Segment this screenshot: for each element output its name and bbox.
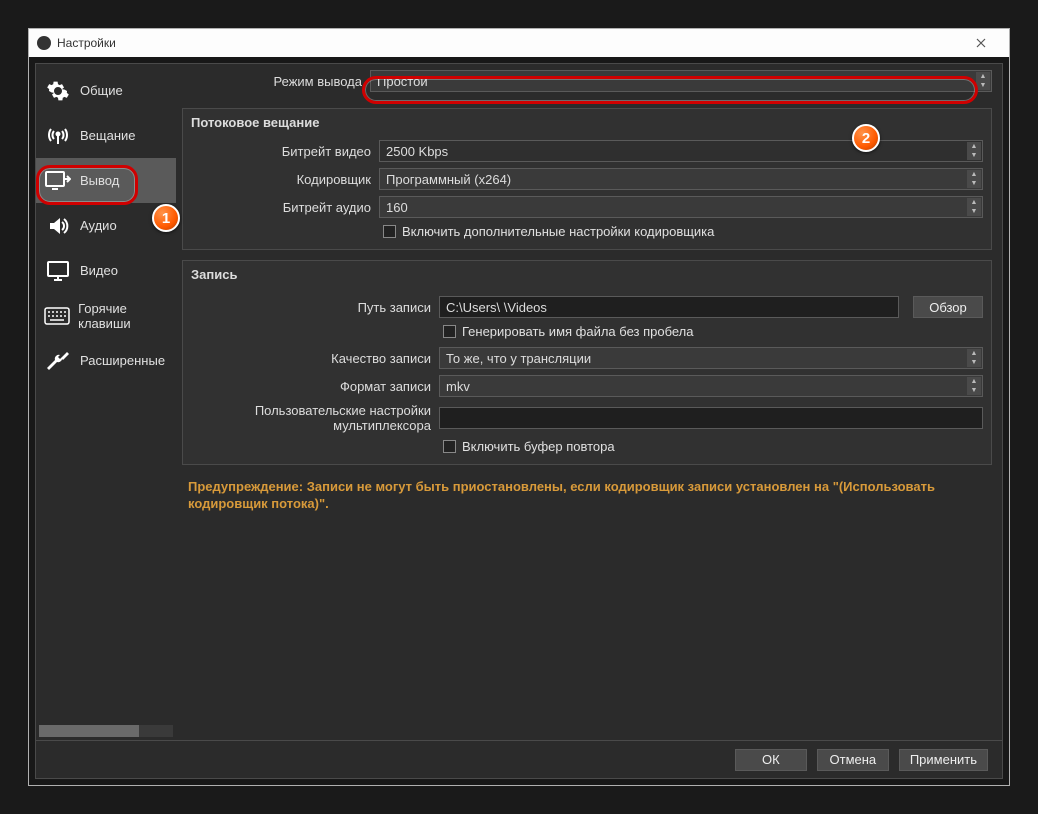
spin-icon: ▲▼ (967, 142, 981, 160)
sidebar-item-label: Расширенные (80, 353, 165, 368)
gear-icon (44, 77, 72, 105)
content-area: Режим вывода Простой ▲▼ Потоковое вещани… (176, 64, 1002, 740)
encoder-combo[interactable]: Программный (x264) ▲▼ (379, 168, 983, 190)
record-path-input[interactable]: C:\Users\ \Videos (439, 296, 899, 318)
combo-arrows-icon: ▲▼ (967, 198, 981, 216)
audio-bitrate-label: Битрейт аудио (191, 200, 371, 215)
apply-button[interactable]: Применить (899, 749, 988, 771)
output-mode-label: Режим вывода (182, 74, 362, 89)
output-icon (44, 167, 72, 195)
window-title: Настройки (57, 36, 116, 50)
titlebar: Настройки (29, 29, 1009, 57)
video-bitrate-input[interactable]: 2500 Kbps ▲▼ (379, 140, 983, 162)
output-mode-value: Простой (377, 74, 428, 89)
sidebar-item-label: Видео (80, 263, 118, 278)
cancel-button[interactable]: Отмена (817, 749, 889, 771)
annotation-badge-1: 1 (152, 204, 180, 232)
advanced-encoder-checkbox-row[interactable]: Включить дополнительные настройки кодиро… (383, 224, 983, 239)
monitor-icon (44, 257, 72, 285)
panel: Общие Вещание Вывод (35, 63, 1003, 779)
sidebar-item-stream[interactable]: Вещание (36, 113, 176, 158)
muxer-input[interactable] (439, 407, 983, 429)
combo-arrows-icon: ▲▼ (967, 349, 981, 367)
warning-text: Предупреждение: Записи не могут быть при… (182, 475, 992, 517)
encoder-label: Кодировщик (191, 172, 371, 187)
sidebar: Общие Вещание Вывод (36, 64, 176, 740)
sidebar-item-output[interactable]: Вывод (36, 158, 176, 203)
sidebar-scrollbar[interactable] (39, 725, 173, 737)
sidebar-item-video[interactable]: Видео (36, 248, 176, 293)
sidebar-item-label: Вывод (80, 173, 119, 188)
sidebar-item-label: Вещание (80, 128, 136, 143)
output-mode-row: Режим вывода Простой ▲▼ (182, 70, 992, 92)
outer-frame: Общие Вещание Вывод (29, 57, 1009, 785)
sidebar-item-general[interactable]: Общие (36, 68, 176, 113)
annotation-badge-2: 2 (852, 124, 880, 152)
replay-buffer-checkbox-row[interactable]: Включить буфер повтора (443, 439, 983, 454)
combo-arrows-icon: ▲▼ (967, 170, 981, 188)
footer: ОК Отмена Применить (36, 740, 1002, 778)
browse-button[interactable]: Обзор (913, 296, 983, 318)
close-button[interactable] (961, 29, 1001, 57)
sidebar-item-label: Аудио (80, 218, 117, 233)
record-format-combo[interactable]: mkv ▲▼ (439, 375, 983, 397)
record-format-label: Формат записи (191, 379, 431, 394)
app-icon (37, 36, 51, 50)
speaker-icon (44, 212, 72, 240)
combo-arrows-icon: ▲▼ (976, 72, 990, 90)
antenna-icon (44, 122, 72, 150)
sidebar-item-hotkeys[interactable]: Горячие клавиши (36, 293, 176, 338)
sidebar-item-label: Горячие клавиши (78, 301, 176, 331)
record-quality-label: Качество записи (191, 351, 431, 366)
video-bitrate-label: Битрейт видео (191, 144, 371, 159)
recording-group: Запись Путь записи C:\Users\ \Videos Обз… (182, 260, 992, 465)
sidebar-item-advanced[interactable]: Расширенные (36, 338, 176, 383)
body: Общие Вещание Вывод (36, 64, 1002, 740)
output-mode-combo[interactable]: Простой ▲▼ (370, 70, 992, 92)
checkbox-icon (383, 225, 396, 238)
combo-arrows-icon: ▲▼ (967, 377, 981, 395)
ok-button[interactable]: ОК (735, 749, 807, 771)
muxer-label: Пользовательские настройки мультиплексор… (191, 403, 431, 433)
checkbox-icon (443, 325, 456, 338)
record-quality-combo[interactable]: То же, что у трансляции ▲▼ (439, 347, 983, 369)
no-space-label: Генерировать имя файла без пробела (462, 324, 694, 339)
advanced-encoder-label: Включить дополнительные настройки кодиро… (402, 224, 714, 239)
no-space-checkbox-row[interactable]: Генерировать имя файла без пробела (443, 324, 983, 339)
checkbox-icon (443, 440, 456, 453)
record-path-label: Путь записи (191, 300, 431, 315)
replay-buffer-label: Включить буфер повтора (462, 439, 615, 454)
keyboard-icon (44, 302, 70, 330)
recording-title: Запись (191, 267, 983, 282)
audio-bitrate-combo[interactable]: 160 ▲▼ (379, 196, 983, 218)
tools-icon (44, 347, 72, 375)
sidebar-item-label: Общие (80, 83, 123, 98)
